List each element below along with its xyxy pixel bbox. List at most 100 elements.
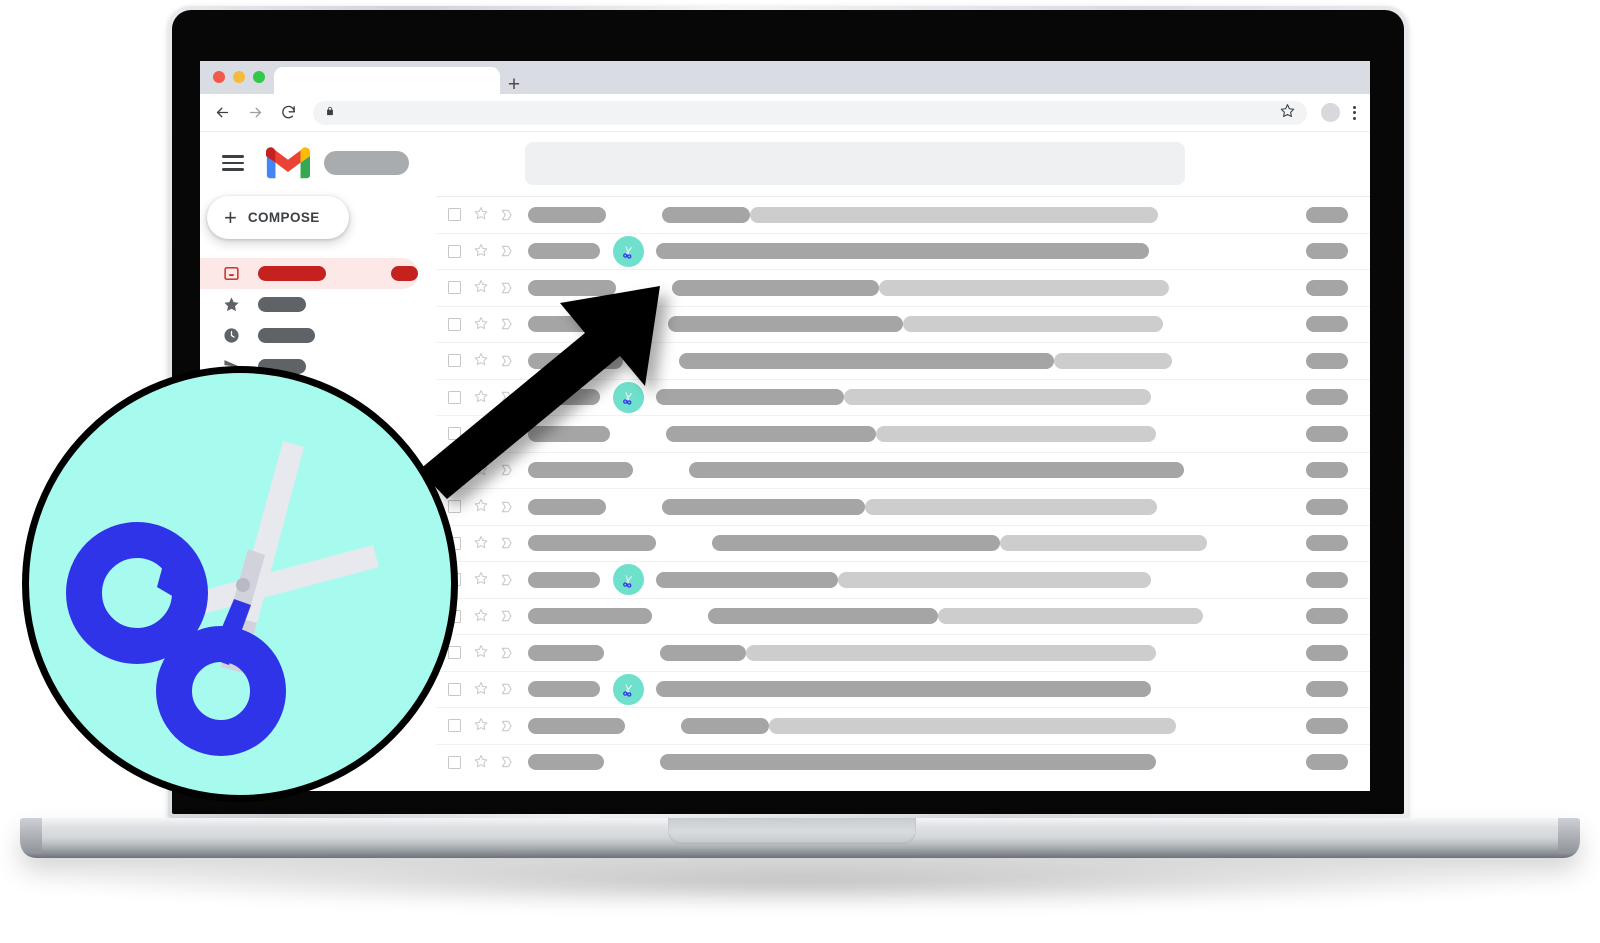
bookmark-star-icon[interactable]	[1280, 103, 1295, 123]
star-outline-icon[interactable]	[474, 243, 488, 260]
checkbox-icon[interactable]	[448, 500, 461, 514]
mail-sender-redacted	[528, 425, 610, 442]
mail-row[interactable]	[436, 232, 1370, 270]
forward-marker-icon[interactable]	[500, 646, 514, 660]
star-outline-icon[interactable]	[474, 316, 488, 333]
mail-subject-primary	[689, 462, 1184, 479]
mail-row[interactable]	[436, 524, 1370, 562]
checkbox-icon[interactable]	[448, 281, 461, 295]
star-outline-icon[interactable]	[474, 681, 488, 698]
mail-sender-redacted	[528, 316, 612, 333]
laptop-base-right-edge	[1558, 818, 1580, 854]
mail-row[interactable]	[436, 670, 1370, 708]
scissors-slot	[600, 381, 656, 413]
checkbox-icon[interactable]	[448, 390, 461, 404]
mail-date-redacted	[1306, 644, 1348, 661]
star-outline-icon[interactable]	[474, 717, 488, 734]
mail-sender-redacted	[528, 608, 652, 625]
forward-marker-icon[interactable]	[500, 390, 514, 404]
star-outline-icon[interactable]	[474, 535, 488, 552]
forward-marker-icon[interactable]	[500, 682, 514, 696]
mail-row[interactable]	[436, 561, 1370, 598]
reload-icon[interactable]	[275, 100, 301, 126]
star-outline-icon[interactable]	[474, 754, 488, 771]
sidebar-item-starred[interactable]	[200, 289, 418, 320]
forward-marker-icon[interactable]	[500, 317, 514, 331]
forward-icon[interactable]	[242, 100, 268, 126]
mail-subject-snippet	[769, 717, 1176, 734]
browser-tab[interactable]	[274, 67, 500, 94]
avatar[interactable]	[1321, 103, 1340, 122]
mail-row[interactable]	[436, 451, 1370, 489]
forward-marker-icon[interactable]	[500, 719, 514, 733]
mail-row[interactable]	[436, 305, 1370, 343]
kebab-menu-icon[interactable]	[1353, 105, 1356, 120]
mail-row[interactable]	[436, 707, 1370, 744]
star-outline-icon[interactable]	[474, 389, 488, 406]
checkbox-icon[interactable]	[448, 719, 461, 733]
mail-row[interactable]	[436, 597, 1370, 635]
mail-subject-snippet	[865, 498, 1157, 515]
close-window-button[interactable]	[213, 71, 225, 83]
checkbox-icon[interactable]	[448, 646, 461, 660]
scissors-badge-icon[interactable]	[612, 564, 644, 596]
mail-subject-snippet	[750, 206, 1158, 223]
search-input[interactable]	[525, 141, 1185, 185]
star-outline-icon[interactable]	[474, 608, 488, 625]
forward-marker-icon[interactable]	[500, 536, 514, 550]
scissors-badge-icon[interactable]	[612, 673, 644, 705]
forward-marker-icon[interactable]	[500, 500, 514, 514]
checkbox-icon[interactable]	[448, 682, 461, 696]
star-outline-icon[interactable]	[474, 571, 488, 588]
mail-sender-redacted	[528, 243, 600, 260]
compose-button[interactable]: + COMPOSE	[207, 196, 349, 239]
star-outline-icon[interactable]	[474, 425, 488, 442]
checkbox-icon[interactable]	[448, 354, 461, 368]
mail-row[interactable]	[436, 488, 1370, 525]
address-bar[interactable]	[313, 100, 1307, 125]
forward-marker-icon[interactable]	[500, 208, 514, 222]
new-tab-button[interactable]: +	[505, 74, 523, 95]
mail-row[interactable]	[436, 378, 1370, 416]
checkbox-icon[interactable]	[448, 208, 461, 222]
forward-marker-icon[interactable]	[500, 244, 514, 258]
forward-marker-icon[interactable]	[500, 755, 514, 769]
forward-marker-icon[interactable]	[500, 609, 514, 623]
mail-row[interactable]	[436, 743, 1370, 781]
hamburger-icon[interactable]	[222, 155, 244, 171]
forward-marker-icon[interactable]	[500, 281, 514, 295]
star-outline-icon[interactable]	[474, 498, 488, 515]
checkbox-icon[interactable]	[448, 244, 461, 258]
scissors-badge-icon[interactable]	[612, 235, 644, 267]
checkbox-icon[interactable]	[448, 317, 461, 331]
star-outline-icon[interactable]	[474, 206, 488, 223]
forward-marker-icon[interactable]	[500, 573, 514, 587]
minimize-window-button[interactable]	[233, 71, 245, 83]
sidebar-item-snoozed[interactable]	[200, 320, 418, 351]
checkbox-icon[interactable]	[448, 427, 461, 441]
checkbox-icon[interactable]	[448, 463, 461, 477]
star-outline-icon[interactable]	[474, 279, 488, 296]
mail-row[interactable]	[436, 415, 1370, 452]
star-outline-icon[interactable]	[474, 462, 488, 479]
sidebar-item-inbox[interactable]	[200, 258, 418, 289]
forward-marker-icon[interactable]	[500, 427, 514, 441]
compose-label: COMPOSE	[247, 210, 320, 225]
mail-row[interactable]	[436, 342, 1370, 379]
mail-sender-redacted	[528, 681, 600, 698]
mail-row[interactable]	[436, 634, 1370, 671]
star-outline-icon[interactable]	[474, 644, 488, 661]
inbox-unread-badge	[391, 266, 418, 281]
mail-sender-redacted	[528, 462, 633, 479]
mail-row[interactable]	[436, 196, 1370, 233]
back-icon[interactable]	[209, 100, 235, 126]
laptop-drop-shadow	[60, 856, 1540, 910]
forward-marker-icon[interactable]	[500, 463, 514, 477]
checkbox-icon[interactable]	[448, 755, 461, 769]
maximize-window-button[interactable]	[253, 71, 265, 83]
forward-marker-icon[interactable]	[500, 354, 514, 368]
star-outline-icon[interactable]	[474, 352, 488, 369]
scissors-badge-icon[interactable]	[612, 381, 644, 413]
gmail-header	[200, 132, 1370, 194]
mail-row[interactable]	[436, 269, 1370, 306]
